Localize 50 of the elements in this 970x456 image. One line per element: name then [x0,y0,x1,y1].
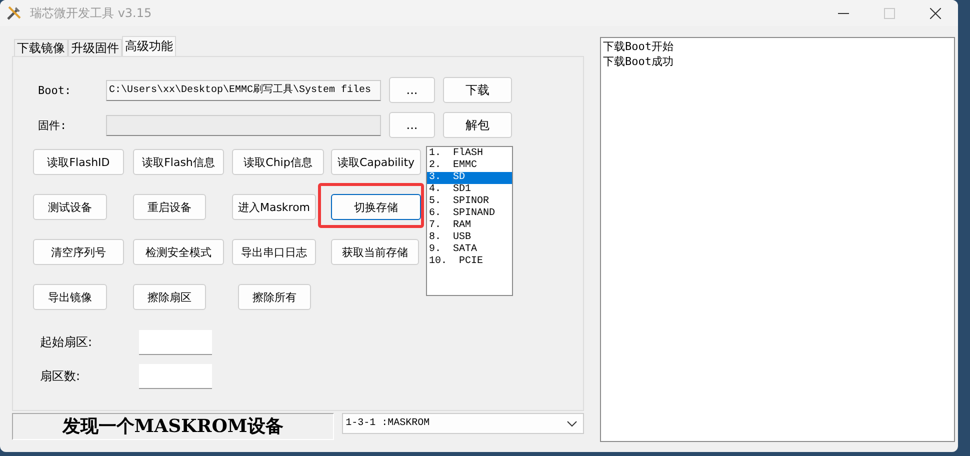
function-button[interactable]: 切换存储 [331,194,421,220]
list-item[interactable]: 5. SPINOR [427,196,512,208]
list-item[interactable]: 9. SATA [427,244,512,256]
maximize-icon [884,8,894,18]
browse-button[interactable]: ... [389,77,435,103]
action-button[interactable]: 解包 [443,112,512,138]
function-button[interactable]: 读取FlashID [33,149,124,175]
status-text: 发现一个MASKROM设备 [12,413,334,440]
browse-button[interactable]: ... [389,112,435,138]
function-button[interactable]: 读取Flash信息 [133,149,224,175]
list-item[interactable]: 10. PCIE [427,256,512,268]
list-item[interactable]: 2. EMMC [427,160,512,172]
list-item[interactable]: 4. SD1 [427,184,512,196]
function-button[interactable]: 读取Capability [331,149,421,175]
close-icon [930,8,940,18]
function-button[interactable]: 擦除所有 [238,284,311,310]
list-item[interactable]: 8. USB [427,232,512,244]
tab[interactable]: 下载镜像 [14,39,68,56]
function-button[interactable]: 获取当前存储 [331,239,419,265]
list-item[interactable]: 3. SD [427,172,512,184]
list-item[interactable]: 6. SPINAND [427,208,512,220]
function-button[interactable]: 重启设备 [133,194,206,220]
chevron-down-icon [567,420,577,426]
function-button[interactable]: 擦除扇区 [133,284,206,310]
function-button[interactable]: 测试设备 [33,194,107,220]
field-label: 起始扇区: [39,334,94,350]
function-button[interactable]: 清空序列号 [33,239,124,265]
input-field[interactable] [139,330,212,354]
path-field[interactable]: C:\Users\xx\Desktop\EMMC刷写工具\System files [106,80,381,100]
tools-icon [6,5,22,21]
list-item[interactable]: 7. RAM [427,220,512,232]
function-button[interactable]: 导出镜像 [33,284,107,310]
tab[interactable]: 升级固件 [68,39,122,56]
device-dropdown[interactable]: 1-3-1 :MASKROM [342,413,584,434]
function-button[interactable]: 进入Maskrom [232,194,316,220]
function-button[interactable]: 导出串口日志 [232,239,316,265]
function-button[interactable]: 读取Chip信息 [232,149,324,175]
input-field[interactable] [139,364,212,388]
storage-list[interactable]: 1. FlASH 2. EMMC 3. SD 4. SD1 5. SPINOR 6. SPINAND 7. RAM 8. USB 9. SATA 10. PCIE [426,146,513,296]
field-label: 扇区数: [39,368,82,384]
field-label: Boot: [37,84,72,96]
tab[interactable]: 高级功能 [122,36,176,56]
list-item[interactable]: 1. FlASH [427,148,512,160]
field-label: 固件: [37,118,68,132]
log-line: 下载Boot成功 [603,54,674,69]
window-title: 瑞芯微开发工具 v3.15 [30,4,152,22]
action-button[interactable]: 下载 [443,77,512,103]
function-button[interactable]: 检测安全模式 [133,239,224,265]
log-line: 下载Boot开始 [603,39,674,54]
path-field[interactable] [106,114,381,136]
